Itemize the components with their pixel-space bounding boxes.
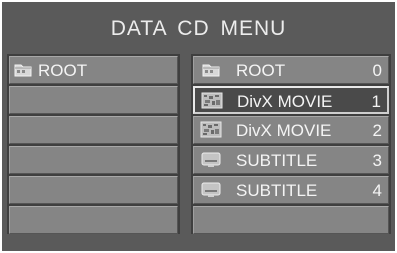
directory-panel: ROOT bbox=[7, 54, 180, 234]
directory-item-root[interactable]: ROOT bbox=[9, 56, 178, 84]
directory-item-label: ROOT bbox=[38, 61, 88, 80]
file-item-divx-movie-1[interactable]: DivX MOVIE 1 bbox=[193, 86, 389, 114]
file-list-panel: ROOT 0 DivX MOVIE 1 DivX MOVIE 2 SUBTITL… bbox=[191, 54, 391, 234]
movie-icon bbox=[200, 121, 222, 138]
menu-title: DATA CD MENU bbox=[110, 17, 287, 40]
file-item-root[interactable]: ROOT 0 bbox=[193, 56, 389, 84]
file-item-label: DivX MOVIE bbox=[237, 92, 333, 111]
file-item-number: 3 bbox=[372, 151, 382, 170]
folder-icon bbox=[14, 64, 32, 77]
movie-icon bbox=[201, 92, 223, 109]
file-item-subtitle-4[interactable]: SUBTITLE 4 bbox=[193, 176, 389, 204]
file-item-divx-movie-2[interactable]: DivX MOVIE 2 bbox=[193, 116, 389, 144]
subtitle-icon bbox=[201, 182, 221, 197]
directory-item-empty bbox=[9, 176, 178, 204]
file-item-empty bbox=[193, 206, 389, 234]
file-item-label: SUBTITLE bbox=[236, 151, 318, 170]
file-item-label: DivX MOVIE bbox=[236, 121, 332, 140]
folder-icon bbox=[202, 64, 220, 77]
file-item-subtitle-3[interactable]: SUBTITLE 3 bbox=[193, 146, 389, 174]
directory-item-empty bbox=[9, 116, 178, 144]
data-cd-menu-screen: DATA CD MENU ROOT ROOT 0 DivX MOVIE 1 Di… bbox=[2, 2, 395, 251]
directory-item-empty bbox=[9, 146, 178, 174]
directory-item-empty bbox=[9, 206, 178, 234]
file-item-number: 2 bbox=[372, 121, 382, 140]
directory-item-empty bbox=[9, 86, 178, 114]
file-item-number: 4 bbox=[372, 181, 382, 200]
subtitle-icon bbox=[201, 152, 221, 167]
file-item-label: ROOT bbox=[236, 61, 286, 80]
file-item-number: 1 bbox=[371, 92, 381, 111]
file-item-label: SUBTITLE bbox=[236, 181, 318, 200]
file-item-number: 0 bbox=[372, 61, 382, 80]
